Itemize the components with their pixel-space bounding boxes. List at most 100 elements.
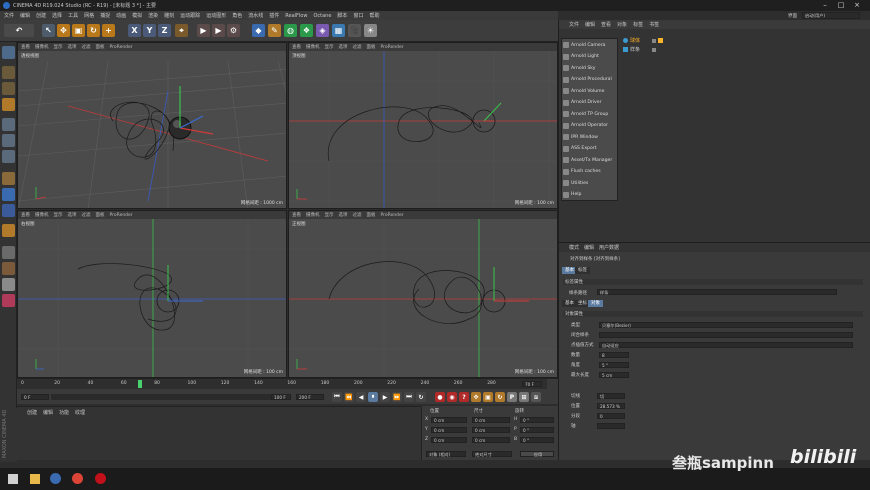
subdivide-button[interactable]: ◍ (284, 24, 297, 37)
menu-item-4[interactable]: 工具 (68, 12, 78, 19)
spline-path-field[interactable]: 样条 (597, 289, 837, 295)
attr-field[interactable] (597, 423, 625, 429)
viewport-menu-item[interactable]: 摄像机 (35, 212, 49, 218)
rotation-key-icon[interactable]: ↻ (495, 392, 505, 402)
render-view-button[interactable]: ▶ (197, 24, 210, 37)
camera-button[interactable]: 🎥 (348, 24, 361, 37)
attr-field[interactable]: 贝塞尔(Bezier) (599, 322, 853, 328)
om-menu-item[interactable]: 对象 (617, 21, 627, 28)
om-menu-item[interactable]: 文件 (569, 21, 579, 28)
x-axis-button[interactable]: X (128, 24, 141, 37)
attr-menu-item[interactable]: 编辑 (584, 244, 594, 251)
fcurve-icon[interactable]: ≋ (531, 392, 541, 402)
mograph-icon[interactable] (2, 294, 15, 307)
viewport-menu-item[interactable]: 过滤 (353, 212, 362, 218)
plugin-menu-item[interactable]: Arnold Sky (562, 63, 619, 73)
auto-key-icon[interactable]: ◉ (447, 392, 457, 402)
viewport-menu-item[interactable]: 查看 (21, 44, 30, 50)
deformer-button[interactable]: ◈ (316, 24, 329, 37)
coord-system-button[interactable]: ⌖ (175, 24, 188, 37)
menu-item-15[interactable]: 插件 (269, 12, 279, 19)
goto-start-icon[interactable]: ⏮ (332, 392, 342, 402)
viewport-menu-item[interactable]: ProRender (381, 45, 404, 50)
make-editable-icon[interactable] (2, 46, 15, 59)
windows-start-icon[interactable] (8, 474, 18, 484)
viewport-menu-item[interactable]: 面板 (96, 212, 105, 218)
visibility-icon[interactable] (652, 47, 657, 52)
rotate-button[interactable]: ↻ (87, 24, 100, 37)
plugin-menu-item[interactable]: Arnold Light (562, 52, 619, 62)
viewport-menu-item[interactable]: 查看 (292, 44, 301, 50)
rotation-field[interactable]: 0 ° (520, 437, 554, 443)
menu-item-14[interactable]: 流水线 (248, 12, 263, 19)
material-menu-item[interactable]: 功能 (59, 409, 69, 416)
size-field[interactable]: 0 cm (472, 437, 510, 443)
prev-key-icon[interactable]: ⏪ (344, 392, 354, 402)
om-menu-item[interactable]: 编辑 (585, 21, 595, 28)
viewport-menu-item[interactable]: ProRender (110, 45, 133, 50)
viewport-front[interactable]: 查看 摄像机 显示 选项 过滤 面板 ProRender 正视图 网格间距 : 100 cm (288, 210, 558, 378)
c4d-taskbar-icon[interactable] (50, 473, 61, 484)
pen-button[interactable]: ✎ (268, 24, 281, 37)
viewport-menu-item[interactable]: 面板 (367, 44, 376, 50)
plugin-menu-item[interactable]: Arnold Camera (562, 40, 619, 50)
menu-item-16[interactable]: RealFlow (285, 13, 307, 19)
close-icon[interactable]: × (852, 1, 862, 10)
object-sphere[interactable]: 球体 (630, 37, 640, 44)
y-axis-button[interactable]: Y (143, 24, 156, 37)
pla-key-icon[interactable]: ⊞ (519, 392, 529, 402)
viewport-menu-item[interactable]: 摄像机 (35, 44, 49, 50)
param-key-icon[interactable]: P (507, 392, 517, 402)
current-frame-field[interactable]: 0 F (21, 394, 49, 400)
attr-field[interactable]: 5 ° (599, 362, 629, 368)
coord-mode-select[interactable]: 对象 (相对) (426, 451, 466, 457)
position-field[interactable]: 0 cm (431, 417, 467, 423)
model-mode-icon[interactable] (2, 66, 15, 79)
viewport-menu-item[interactable]: 选项 (339, 212, 348, 218)
snap-icon[interactable] (2, 188, 15, 201)
minimize-icon[interactable]: – (820, 1, 830, 10)
menu-item-13[interactable]: 角色 (232, 12, 242, 19)
lock-icon[interactable] (2, 204, 15, 217)
plugin-menu-item[interactable]: Arnold Driver (562, 98, 619, 108)
timeline-ruler[interactable]: 0 20 40 60 80 100 120 140 160 180 200 220 240 260 280 (17, 379, 547, 389)
plugin-menu-item[interactable]: IPR Window (562, 132, 619, 142)
plugin-menu-item[interactable]: Flush caches (562, 167, 619, 177)
cube-button[interactable]: ◆ (252, 24, 265, 37)
scale-key-icon[interactable]: ▣ (483, 392, 493, 402)
size-field[interactable]: 0 cm (472, 427, 510, 433)
scale-button[interactable]: ▣ (72, 24, 85, 37)
material-menu-item[interactable]: 纹理 (75, 409, 85, 416)
undo-button[interactable]: ↶ (4, 24, 34, 37)
viewport-menu-item[interactable]: 查看 (21, 212, 30, 218)
viewport-menu-item[interactable]: ProRender (110, 213, 133, 218)
size-mode-select[interactable]: 绝对尺寸 (472, 451, 512, 457)
plugin-menu-item[interactable]: Utilities (562, 178, 619, 188)
goto-end-icon[interactable]: ⏭ (404, 392, 414, 402)
loop-icon[interactable]: ↻ (416, 392, 426, 402)
tab-object[interactable]: 对象 (588, 300, 603, 307)
viewport-menu-item[interactable]: 选项 (339, 44, 348, 50)
position-field[interactable]: 0 cm (431, 437, 467, 443)
viewport-menu-item[interactable]: 选项 (68, 44, 77, 50)
tweak-icon[interactable] (2, 278, 15, 291)
om-menu-item[interactable]: 查看 (601, 21, 611, 28)
tab-tag[interactable]: 标签 (575, 267, 590, 274)
move-button[interactable]: ✥ (57, 24, 70, 37)
menu-item-9[interactable]: 渲染 (148, 12, 158, 19)
viewport-menu-item[interactable]: 摄像机 (306, 44, 320, 50)
viewport-menu-item[interactable]: 面板 (96, 44, 105, 50)
attr-field[interactable]: 8 (599, 352, 629, 358)
viewport-menu-item[interactable]: 选项 (68, 212, 77, 218)
viewport-menu-item[interactable]: 显示 (325, 44, 334, 50)
menu-item-8[interactable]: 模拟 (132, 12, 142, 19)
attr-field[interactable] (599, 332, 853, 338)
viewport-menu-item[interactable]: 查看 (292, 212, 301, 218)
texture-mode-icon[interactable] (2, 82, 15, 95)
edges-mode-icon[interactable] (2, 134, 15, 147)
menu-item-19[interactable]: 窗口 (353, 12, 363, 19)
size-field[interactable]: 0 cm (472, 417, 510, 423)
light-button[interactable]: ☀ (364, 24, 377, 37)
menu-item-7[interactable]: 动画 (116, 12, 126, 19)
timeline[interactable]: 0 20 40 60 80 100 120 140 160 180 200 220 240 260 280 … (17, 378, 558, 404)
